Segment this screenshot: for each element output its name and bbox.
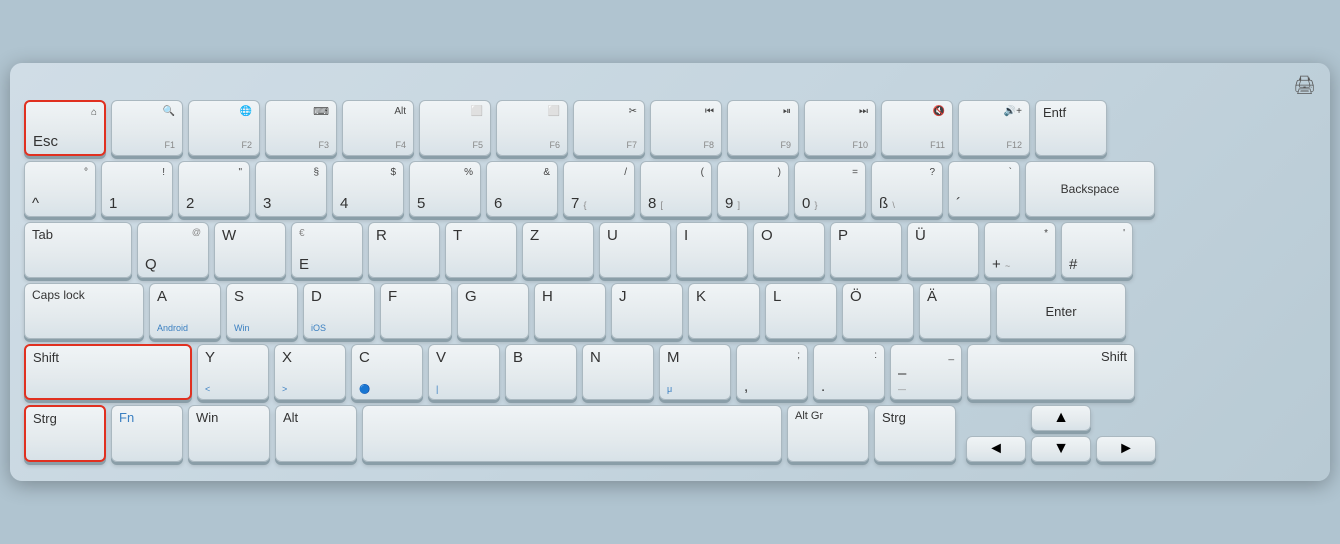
key-acute[interactable]: ` ´: [948, 161, 1020, 217]
key-g[interactable]: G: [457, 283, 529, 339]
key-space[interactable]: [362, 405, 782, 462]
key-3[interactable]: § 3: [255, 161, 327, 217]
key-win[interactable]: Win: [188, 405, 270, 462]
key-n[interactable]: N: [582, 344, 654, 400]
key-j[interactable]: J: [611, 283, 683, 339]
key-arrow-right[interactable]: ►: [1096, 436, 1156, 462]
key-f1[interactable]: 🔍 F1: [111, 100, 183, 156]
key-plus[interactable]: * + ~: [984, 222, 1056, 278]
key-hash[interactable]: ' #: [1061, 222, 1133, 278]
key-5[interactable]: % 5: [409, 161, 481, 217]
key-e[interactable]: € E: [291, 222, 363, 278]
key-backspace[interactable]: Backspace: [1025, 161, 1155, 217]
key-esc[interactable]: ⌂ Esc: [24, 100, 106, 156]
key-arrow-down[interactable]: ▼: [1031, 436, 1091, 462]
key-d[interactable]: D iOS: [303, 283, 375, 339]
key-f10[interactable]: ⏭ F10: [804, 100, 876, 156]
key-a[interactable]: A Android: [149, 283, 221, 339]
key-9[interactable]: ) 9 ]: [717, 161, 789, 217]
key-t[interactable]: T: [445, 222, 517, 278]
key-7[interactable]: / 7 {: [563, 161, 635, 217]
asdf-row: Caps lock A Android S Win D iOS F G H J …: [24, 283, 1316, 339]
key-r[interactable]: R: [368, 222, 440, 278]
key-caps-lock[interactable]: Caps lock: [24, 283, 144, 339]
key-f12[interactable]: 🔊+ F12: [958, 100, 1030, 156]
key-strg-right[interactable]: Strg: [874, 405, 956, 462]
key-arrow-up[interactable]: ▲: [1031, 405, 1091, 431]
key-y[interactable]: Y <: [197, 344, 269, 400]
key-8[interactable]: ( 8 [: [640, 161, 712, 217]
number-row: ° ^ ! 1 " 2 § 3 $ 4 % 5 & 6 / 7 {: [24, 161, 1316, 217]
key-c[interactable]: C 🔵: [351, 344, 423, 400]
key-strg-left[interactable]: Strg: [24, 405, 106, 462]
key-m[interactable]: M μ: [659, 344, 731, 400]
key-i[interactable]: I: [676, 222, 748, 278]
key-f3[interactable]: ⌨ F3: [265, 100, 337, 156]
shift-row: Shift Y < X > C 🔵 V | B N M μ ; ,: [24, 344, 1316, 400]
key-alt[interactable]: Alt: [275, 405, 357, 462]
key-o[interactable]: O: [753, 222, 825, 278]
printer-icon: 🖨: [24, 75, 1316, 96]
key-s[interactable]: S Win: [226, 283, 298, 339]
key-f5[interactable]: ⬜ F5: [419, 100, 491, 156]
key-k[interactable]: K: [688, 283, 760, 339]
key-v[interactable]: V |: [428, 344, 500, 400]
key-fn[interactable]: Fn: [111, 405, 183, 462]
bottom-row: Strg Fn Win Alt Alt Gr Strg ▲: [24, 405, 1316, 462]
key-alt-gr[interactable]: Alt Gr: [787, 405, 869, 462]
key-ue[interactable]: Ü: [907, 222, 979, 278]
key-sz[interactable]: ? ß \: [871, 161, 943, 217]
key-f9[interactable]: ⏯ F9: [727, 100, 799, 156]
key-tab[interactable]: Tab: [24, 222, 132, 278]
arrow-cluster: ▲ ◄ ▼ ►: [966, 405, 1156, 462]
key-l[interactable]: L: [765, 283, 837, 339]
key-oe[interactable]: Ö: [842, 283, 914, 339]
key-x[interactable]: X >: [274, 344, 346, 400]
keyboard: 🖨 ⌂ Esc 🔍 F1 🌐 F2 ⌨ F3 Alt F4 ⬜ F5 ⬜ F6: [10, 63, 1330, 481]
key-b[interactable]: B: [505, 344, 577, 400]
key-u[interactable]: U: [599, 222, 671, 278]
key-h[interactable]: H: [534, 283, 606, 339]
key-q[interactable]: @ Q: [137, 222, 209, 278]
key-f7[interactable]: ✂ F7: [573, 100, 645, 156]
key-comma[interactable]: ; ,: [736, 344, 808, 400]
key-f8[interactable]: ⏮ F8: [650, 100, 722, 156]
key-f[interactable]: F: [380, 283, 452, 339]
key-minus[interactable]: _ – —: [890, 344, 962, 400]
key-arrow-left[interactable]: ◄: [966, 436, 1026, 462]
key-2[interactable]: " 2: [178, 161, 250, 217]
key-shift-right[interactable]: Shift: [967, 344, 1135, 400]
key-caret[interactable]: ° ^: [24, 161, 96, 217]
key-shift-left[interactable]: Shift: [24, 344, 192, 400]
key-6[interactable]: & 6: [486, 161, 558, 217]
key-z[interactable]: Z: [522, 222, 594, 278]
function-key-row: ⌂ Esc 🔍 F1 🌐 F2 ⌨ F3 Alt F4 ⬜ F5 ⬜ F6 ✂: [24, 100, 1316, 156]
key-enter[interactable]: Enter: [996, 283, 1126, 339]
key-f6[interactable]: ⬜ F6: [496, 100, 568, 156]
key-ae[interactable]: Ä: [919, 283, 991, 339]
key-p[interactable]: P: [830, 222, 902, 278]
key-4[interactable]: $ 4: [332, 161, 404, 217]
key-1[interactable]: ! 1: [101, 161, 173, 217]
key-f4[interactable]: Alt F4: [342, 100, 414, 156]
key-w[interactable]: W: [214, 222, 286, 278]
key-f11[interactable]: 🔇 F11: [881, 100, 953, 156]
key-f2[interactable]: 🌐 F2: [188, 100, 260, 156]
key-dot[interactable]: : .: [813, 344, 885, 400]
key-entf[interactable]: Entf: [1035, 100, 1107, 156]
qwerty-row: Tab @ Q W € E R T Z U I O P: [24, 222, 1316, 278]
key-0[interactable]: = 0 }: [794, 161, 866, 217]
